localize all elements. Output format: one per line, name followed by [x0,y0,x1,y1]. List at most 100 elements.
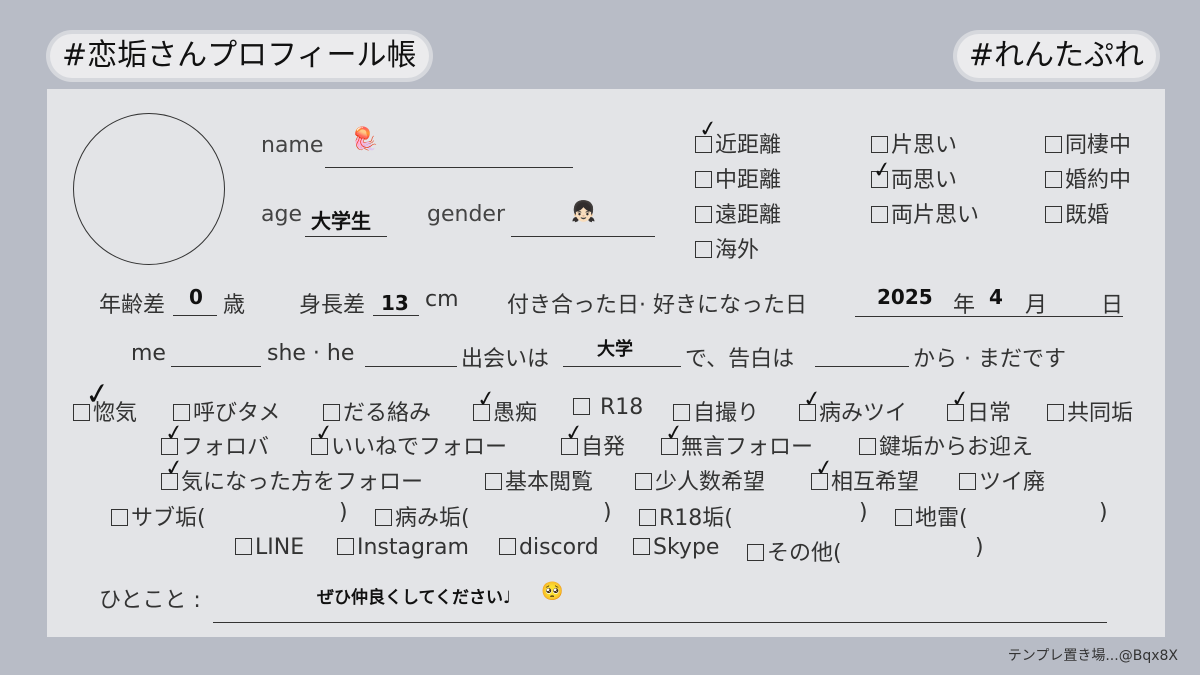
checkbox-sub-aka[interactable]: サブ垢( [111,500,206,532]
paren-close: ) [975,535,984,560]
checkbox-chukyori[interactable]: 中距離 [695,162,781,194]
checkbox-box [673,404,690,421]
checkbox-box [1045,136,1062,153]
height-diff-field[interactable] [373,315,419,316]
confess-suffix: から · まだです [913,347,1066,372]
checkbox-label: 基本閲覧 [505,470,594,495]
checkbox-label: 両思い [891,168,958,193]
checkbox-label: 遠距離 [715,203,782,228]
checkbox-box [871,136,888,153]
check-mark-icon: ✓ [813,454,836,483]
gender-field[interactable] [511,236,655,237]
checkbox-jirai[interactable]: 地雷( [895,500,968,532]
profile-card: name 🪼 age 大学生 gender 👧🏻 近距離 ✓ 片思い 同棲中 中… [47,89,1165,637]
checkbox-label: フォロバ [181,435,270,460]
age-diff-unit: 歳 [223,293,246,318]
comment-field[interactable] [213,622,1107,623]
checkbox-label: 近距離 [715,133,782,158]
checkbox-enkyori[interactable]: 遠距離 [695,197,781,229]
height-diff-label: 身長差 [299,293,366,318]
checkbox-shouninzu[interactable]: 少人数希望 [635,464,765,496]
pleading-face-icon: 🥺 [541,581,564,602]
checkbox-box [375,509,392,526]
name-label: name [261,133,324,158]
checkbox-label: discord [519,535,599,560]
checkbox-yami-aka[interactable]: 病み垢( [375,500,470,532]
checkbox-dousei[interactable]: 同棲中 [1045,127,1131,159]
checkbox-label: 自撮り [693,401,760,426]
checkbox-mugon-follow[interactable]: 無言フォロー [661,429,813,461]
age-label: age [261,202,302,227]
check-mark-icon: ✓ [801,385,824,414]
checkbox-label: その他( [767,541,842,566]
me-label: me [131,341,166,366]
height-diff-unit: cm [425,287,459,312]
met-field[interactable] [563,366,681,367]
checkbox-skype[interactable]: Skype [633,535,719,560]
avatar[interactable] [73,113,225,265]
checkbox-kaigai[interactable]: 海外 [695,232,759,264]
checkbox-kikon[interactable]: 既婚 [1045,197,1109,229]
checkbox-box [695,206,712,223]
checkbox-box [871,206,888,223]
age-diff-label: 年齢差 [99,293,166,318]
checkbox-label: 中距離 [715,168,782,193]
checkbox-r18-aka[interactable]: R18垢( [639,500,733,532]
checkbox-kihon-etsuran[interactable]: 基本閲覧 [485,464,593,496]
checkbox-box [635,473,652,490]
checkbox-konyaku[interactable]: 婚約中 [1045,162,1131,194]
age-field[interactable] [305,236,387,237]
credit-text: テンプレ置き場...@Bqx8X [1007,648,1178,664]
checkbox-darugarami[interactable]: だる絡み [323,395,431,427]
checkbox-label: 既婚 [1065,203,1110,228]
check-mark-icon: ✓ [163,419,186,448]
checkbox-tsuihai[interactable]: ツイ廃 [959,464,1045,496]
partner-field[interactable] [365,366,457,367]
checkbox-box [633,538,650,555]
checkbox-box [895,509,912,526]
checkbox-line[interactable]: LINE [235,535,304,560]
checkbox-kagiaka[interactable]: 鍵垢からお迎え [859,429,1033,461]
checkbox-label: いいねでフォロー [331,435,508,460]
check-mark-icon: ✓ [313,419,336,448]
age-diff-field[interactable] [173,315,217,316]
checkbox-label: 共同垢 [1067,401,1134,426]
checkbox-kataomoi[interactable]: 片思い [871,127,957,159]
girl-icon: 👧🏻 [571,199,596,223]
checkbox-box [499,538,516,555]
checkbox-jidori[interactable]: 自撮り [673,395,759,427]
checkbox-label: 自発 [581,435,626,460]
checkbox-iine-follow[interactable]: いいねでフォロー [311,429,507,461]
checkbox-kyoudou[interactable]: 共同垢 [1047,395,1133,427]
checkbox-r18[interactable]: R18 [573,395,643,420]
checkbox-ryoukataomoi[interactable]: 両片思い [871,197,979,229]
checkbox-label: 呼びタメ [193,401,281,426]
checkbox-discord[interactable]: discord [499,535,599,560]
confess-field[interactable] [815,366,909,367]
partner-label: she · he [267,341,355,366]
checkbox-box [1045,206,1062,223]
check-mark-icon: ✓ [163,454,186,483]
checkbox-label: だる絡み [343,401,432,426]
me-field[interactable] [171,366,261,367]
gender-label: gender [427,202,505,227]
comment-label: ひとこと : [99,588,201,613]
checkbox-label: R18垢( [659,506,733,531]
date-field[interactable] [855,316,1123,317]
checkbox-label: 婚約中 [1065,168,1132,193]
checkbox-kininatta-follow[interactable]: 気になった方をフォロー [161,464,423,496]
name-field[interactable] [325,167,573,168]
page-title: #恋垢さんプロフィール帳 [50,34,429,78]
check-mark-icon: ✓ [949,385,972,414]
met-value: 大学 [597,339,633,360]
checkbox-other[interactable]: その他( [747,535,842,567]
checkbox-instagram[interactable]: Instagram [337,535,469,560]
year-value: 2025 [877,285,933,309]
checkbox-label: サブ垢( [131,506,206,531]
checkbox-label: R18 [593,395,644,420]
checkbox-label: 地雷( [915,506,968,531]
confess-label: で、告白は [685,347,795,372]
checkbox-label: 愚痴 [493,401,538,426]
checkbox-label: 鍵垢からお迎え [879,435,1034,460]
checkbox-yobitame[interactable]: 呼びタメ [173,395,280,427]
